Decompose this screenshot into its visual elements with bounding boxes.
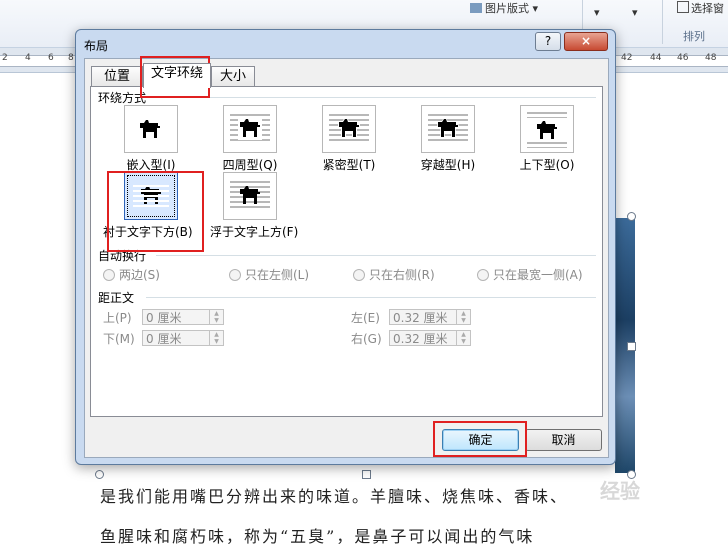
spin-arrows-icon[interactable]: ▲ ▼: [209, 331, 223, 345]
ruler-number: 2: [2, 53, 8, 63]
radio-circle: [103, 269, 115, 281]
radio-label: 只在左侧(L): [245, 268, 310, 282]
dialog-title: 布局: [84, 39, 109, 53]
watermark: 经验: [600, 479, 640, 503]
wrap-label: 穿越型(H): [420, 158, 476, 172]
radio-label: 只在最宽一侧(A): [493, 268, 583, 282]
radio-circle: [229, 269, 241, 281]
spin-arrows-icon[interactable]: ▲ ▼: [209, 310, 223, 324]
tab-panel: 环绕方式 嵌入型(I) 四周型(Q) 紧密型(T) 穿越型(H) 上下型(O) …: [90, 86, 603, 417]
cancel-button[interactable]: 取消: [525, 429, 602, 451]
top-distance-label: 上(P): [103, 311, 132, 325]
dialog-client: 位置 文字环绕 大小 环绕方式 嵌入型(I) 四周型(Q) 紧密型(T) 穿越型…: [84, 58, 609, 458]
bottom-distance-label: 下(M): [103, 332, 135, 346]
selection-pane-label: 选择窗: [691, 2, 724, 15]
dropdown-arrow[interactable]: ▾: [632, 6, 638, 34]
dog-topbottom-icon: [520, 105, 574, 153]
document-text-line: 是我们能用嘴巴分辨出来的味道。羊膻味、烧焦味、香味、: [100, 487, 569, 506]
radio-both-sides[interactable]: 两边(S): [103, 266, 160, 283]
bottom-distance-input[interactable]: 0 厘米 ▲ ▼: [142, 330, 224, 346]
radio-label: 只在右侧(R): [369, 268, 435, 282]
wrap-option-tight[interactable]: 紧密型(T): [319, 105, 379, 173]
dog-behind-text-icon: [124, 172, 178, 220]
spin-arrows-icon[interactable]: ▲ ▼: [456, 310, 470, 324]
wrap-option-through[interactable]: 穿越型(H): [418, 105, 478, 173]
wrap-label: 衬于文字下方(B): [103, 225, 193, 239]
wrap-label: 浮于文字上方(F): [210, 225, 299, 239]
divider: [156, 97, 596, 98]
tab-size[interactable]: 大小: [211, 66, 255, 87]
distance-section-label: 距正文: [98, 291, 135, 305]
wrap-option-in-front-text[interactable]: 浮于文字上方(F): [210, 172, 298, 240]
chevron-down-icon: ▾: [594, 6, 600, 19]
close-button[interactable]: ×: [564, 32, 608, 51]
ok-button[interactable]: 确定: [442, 429, 519, 451]
dog-tight-icon: [322, 105, 376, 153]
wrap-section-label: 环绕方式: [98, 91, 147, 105]
resize-handle[interactable]: [627, 342, 636, 351]
ruler-number: 8: [68, 53, 74, 63]
dog-square-icon: [223, 105, 277, 153]
top-distance-input[interactable]: 0 厘米 ▲ ▼: [142, 309, 224, 325]
document-text-line: 鱼腥味和腐朽味，称为“五臭”，是鼻子可以闻出的气味: [100, 527, 535, 546]
wrap-option-behind-text[interactable]: 衬于文字下方(B): [103, 172, 193, 240]
right-distance-input[interactable]: 0.32 厘米 ▲ ▼: [389, 330, 471, 346]
spin-value: 0 厘米: [146, 311, 182, 325]
resize-handle[interactable]: [95, 470, 104, 479]
spin-value: 0.32 厘米: [393, 311, 448, 325]
spin-value: 0.32 厘米: [393, 332, 448, 346]
dog-through-icon: [421, 105, 475, 153]
help-button[interactable]: ?: [535, 32, 561, 51]
ruler-number: 48: [705, 53, 717, 63]
selection-pane-icon: [677, 1, 689, 13]
resize-handle[interactable]: [362, 470, 371, 479]
picture-format-icon: [470, 3, 482, 13]
radio-circle: [477, 269, 489, 281]
spin-arrows-icon[interactable]: ▲ ▼: [456, 331, 470, 345]
picture-format-button[interactable]: 图片版式 ▾: [470, 0, 538, 28]
left-distance-input[interactable]: 0.32 厘米 ▲ ▼: [389, 309, 471, 325]
dog-inline-icon: [124, 105, 178, 153]
ruler-number: 42: [621, 53, 633, 63]
dog-infront-text-icon: [223, 172, 277, 220]
autowrap-section-label: 自动换行: [98, 249, 147, 263]
tab-position[interactable]: 位置: [91, 66, 143, 87]
divider: [156, 255, 596, 256]
ruler-number: 44: [650, 53, 662, 63]
wrap-option-inline[interactable]: 嵌入型(I): [121, 105, 181, 173]
chevron-down-icon: ▾: [532, 2, 539, 15]
picture-format-label: 图片版式: [485, 2, 529, 15]
chevron-down-icon: ▾: [632, 6, 638, 19]
resize-handle[interactable]: [627, 212, 636, 221]
ruler-number: 4: [25, 53, 31, 63]
tab-text-wrapping[interactable]: 文字环绕: [143, 63, 211, 88]
arrange-group-label: 排列: [683, 30, 705, 43]
selection-pane-button[interactable]: 选择窗: [677, 0, 724, 28]
radio-label: 两边(S): [119, 268, 160, 282]
radio-left-only[interactable]: 只在左侧(L): [229, 266, 309, 283]
right-distance-label: 右(G): [351, 332, 382, 346]
radio-right-only[interactable]: 只在右侧(R): [353, 266, 435, 283]
radio-largest-side[interactable]: 只在最宽一侧(A): [477, 266, 583, 283]
ruler-number: 46: [677, 53, 689, 63]
wrap-option-top-bottom[interactable]: 上下型(O): [517, 105, 577, 173]
radio-circle: [353, 269, 365, 281]
wrap-label: 嵌入型(I): [126, 158, 176, 172]
spin-value: 0 厘米: [146, 332, 182, 346]
wrap-label: 上下型(O): [519, 158, 575, 172]
wrap-option-square[interactable]: 四周型(Q): [220, 105, 280, 173]
wrap-label: 紧密型(T): [322, 158, 376, 172]
wrap-label: 四周型(Q): [222, 158, 278, 172]
dialog-titlebar[interactable]: 布局 ? ×: [76, 30, 615, 56]
divider: [146, 297, 596, 298]
left-distance-label: 左(E): [351, 311, 380, 325]
layout-dialog: 布局 ? × 位置 文字环绕 大小 环绕方式 嵌入型(I) 四周型(Q) 紧密型…: [75, 29, 616, 465]
ruler-number: 6: [48, 53, 54, 63]
